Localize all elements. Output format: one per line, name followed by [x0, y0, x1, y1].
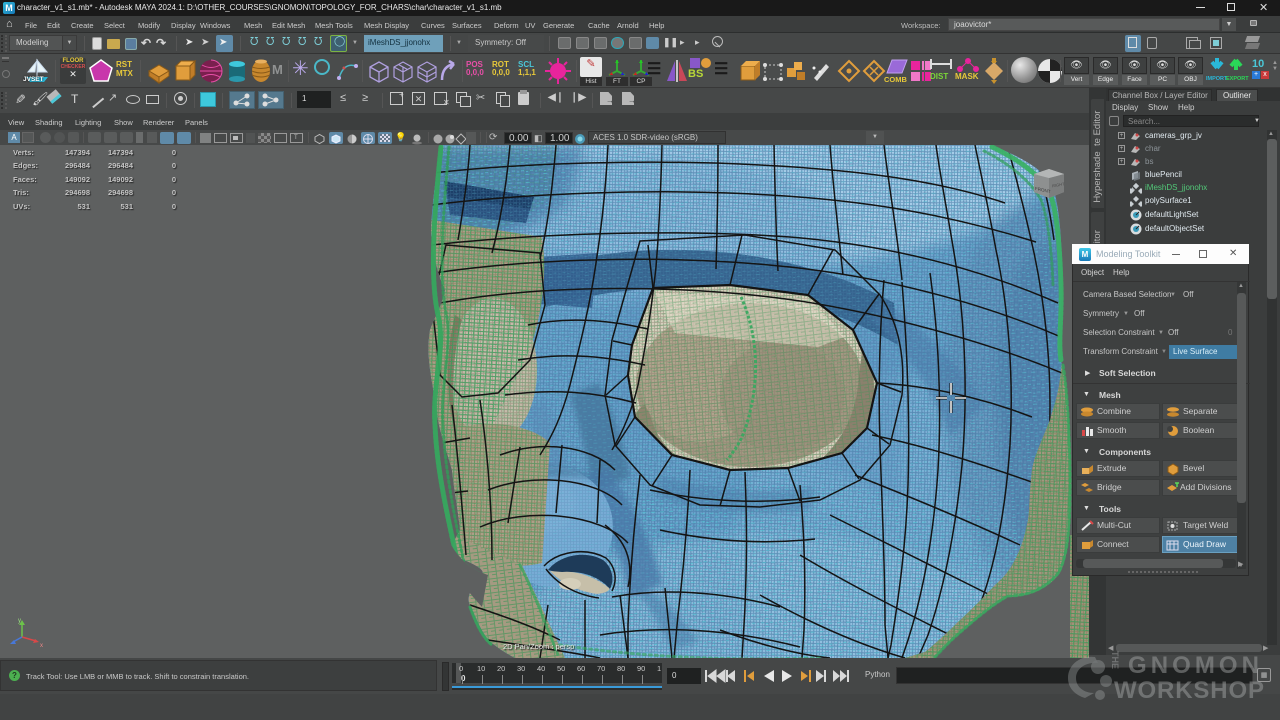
- svg-text:y: y: [18, 618, 21, 624]
- svg-text:GNOMON: GNOMON: [1128, 652, 1260, 679]
- svg-text:WORKSHOP: WORKSHOP: [1114, 677, 1264, 704]
- svg-text:THE: THE: [1110, 651, 1120, 669]
- svg-text:x: x: [40, 643, 43, 649]
